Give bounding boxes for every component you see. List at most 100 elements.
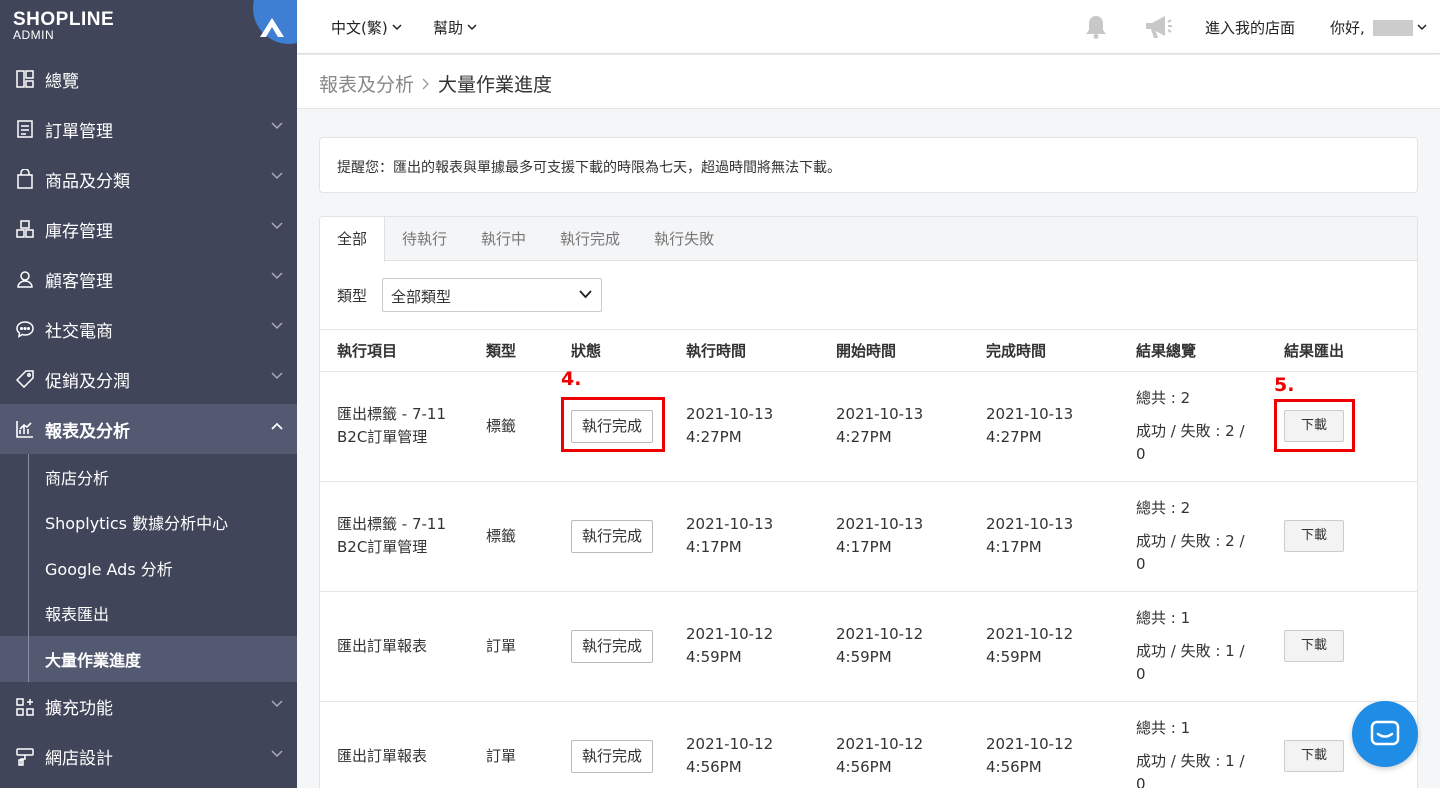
- chat-bubble-icon: [15, 319, 35, 339]
- download-button[interactable]: 下載: [1284, 630, 1344, 662]
- end-date: 2021-10-12: [986, 625, 1074, 643]
- sidebar-item-label: 報表及分析: [45, 421, 130, 442]
- sidebar-item-label: 訂單管理: [45, 121, 113, 142]
- user-menu[interactable]: 你好,: [1330, 17, 1427, 38]
- chevron-down-icon: [271, 272, 283, 280]
- download-highlight: 5. 下載: [1274, 374, 1355, 452]
- result-total: 總共 : 2: [1136, 498, 1191, 517]
- username-redacted: [1372, 19, 1413, 36]
- sidebar-subitem-bulk-progress[interactable]: 大量作業進度: [0, 636, 297, 682]
- result-success-fail: 成功 / 失敗 : 2 /: [1136, 421, 1245, 440]
- order-icon: [15, 119, 35, 139]
- table-row: 匯出標籤 - 7-11 B2C訂單管理 標籤 執行完成 2021-10-13 4:1…: [320, 481, 1417, 592]
- sidebar-item-label: 顧客管理: [45, 271, 113, 292]
- sidebar-item-overview[interactable]: 總覽: [0, 54, 297, 104]
- sidebar-item-reports[interactable]: 報表及分析: [0, 404, 297, 454]
- sidebar-subitem-google-ads[interactable]: Google Ads 分析: [0, 545, 297, 591]
- visit-store-link[interactable]: 進入我的店面: [1205, 17, 1295, 38]
- sidebar-item-label: 庫存管理: [45, 221, 113, 242]
- logo-area[interactable]: SHOPLINE ADMIN: [0, 0, 297, 54]
- chat-icon: [1370, 720, 1400, 746]
- tab-pending[interactable]: 待執行: [385, 217, 464, 261]
- result-fail-count: 0: [1136, 774, 1146, 788]
- end-date: 2021-10-12: [986, 735, 1074, 753]
- breadcrumb-bar: 報表及分析 大量作業進度: [297, 55, 1440, 109]
- megaphone-icon[interactable]: [1143, 14, 1173, 40]
- step-4-marker: 4.: [561, 367, 582, 390]
- start-date: 2021-10-13: [836, 405, 924, 423]
- breadcrumb-parent[interactable]: 報表及分析: [319, 70, 414, 97]
- result-fail-count: 0: [1136, 444, 1146, 463]
- start-time: 4:59PM: [836, 648, 892, 666]
- start-date: 2021-10-12: [836, 735, 924, 753]
- brand-logo-sub: ADMIN: [13, 28, 55, 42]
- chevron-down-icon: [271, 322, 283, 330]
- result-total: 總共 : 2: [1136, 388, 1191, 407]
- sidebar-item-promotions[interactable]: 促銷及分潤: [0, 354, 297, 404]
- language-dropdown[interactable]: 中文(繁): [331, 17, 402, 38]
- sidebar-item-label: 網店設計: [45, 749, 113, 769]
- end-time: 4:59PM: [986, 648, 1042, 666]
- sidebar-item-products[interactable]: 商品及分類: [0, 154, 297, 204]
- result-fail-count: 0: [1136, 664, 1146, 683]
- exec-date: 2021-10-12: [686, 735, 774, 753]
- exec-date: 2021-10-12: [686, 625, 774, 643]
- sidebar-subitem-store-analytics[interactable]: 商店分析: [0, 454, 297, 500]
- apps-icon: [15, 697, 35, 717]
- chevron-down-icon: [1417, 24, 1427, 31]
- chevron-right-icon: [422, 78, 429, 89]
- chevron-down-icon: [579, 290, 592, 299]
- tab-running[interactable]: 執行中: [464, 217, 543, 261]
- download-button[interactable]: 下載: [1284, 520, 1344, 552]
- tab-completed[interactable]: 執行完成: [543, 217, 637, 261]
- chat-launcher-button[interactable]: [1352, 701, 1418, 767]
- sidebar-item-orders[interactable]: 訂單管理: [0, 104, 297, 154]
- job-type: 標籤: [469, 371, 554, 482]
- chevron-down-icon: [271, 222, 283, 230]
- header-start-time: 開始時間: [819, 330, 969, 372]
- status-tabs: 全部 待執行 執行中 執行完成 執行失敗: [320, 217, 1417, 262]
- status-button[interactable]: 執行完成: [571, 519, 654, 553]
- page-title: 大量作業進度: [438, 74, 553, 96]
- table-row: 匯出訂單報表 訂單 執行完成 2021-10-12 4:56PM 2021-10-…: [320, 701, 1417, 788]
- type-filter-label: 類型: [337, 287, 368, 305]
- start-time: 4:56PM: [836, 758, 892, 776]
- header-summary: 結果總覽: [1119, 330, 1267, 372]
- exec-time: 4:27PM: [686, 428, 742, 446]
- tab-failed[interactable]: 執行失敗: [637, 217, 731, 261]
- highlight-box: [561, 396, 665, 452]
- header-exec-time: 執行時間: [669, 330, 819, 372]
- sidebar: SHOPLINE ADMIN 總覽 訂單管理 商品及分類 庫存管理 顧客管理 社…: [0, 0, 297, 788]
- sidebar-item-store-design[interactable]: 網店設計: [0, 732, 297, 782]
- sidebar-item-social-commerce[interactable]: 社交電商: [0, 304, 297, 354]
- result-success-fail: 成功 / 失敗 : 2 /: [1136, 531, 1245, 550]
- status-button[interactable]: 執行完成: [571, 739, 654, 773]
- help-label: 幫助: [433, 19, 464, 37]
- bell-icon[interactable]: [1083, 14, 1109, 40]
- sidebar-item-inventory[interactable]: 庫存管理: [0, 204, 297, 254]
- item-name: 匯出標籤 - 7-11: [337, 515, 446, 533]
- end-time: 4:56PM: [986, 758, 1042, 776]
- end-date: 2021-10-13: [986, 515, 1074, 533]
- job-type: 標籤: [469, 481, 554, 592]
- sidebar-subitem-report-export[interactable]: 報表匯出: [0, 591, 297, 637]
- status-button[interactable]: 執行完成: [571, 629, 654, 663]
- result-total: 總共 : 1: [1136, 718, 1191, 737]
- sidebar-item-label: 擴充功能: [45, 699, 113, 719]
- help-dropdown[interactable]: 幫助: [433, 17, 477, 38]
- bag-icon: [15, 169, 35, 189]
- type-select[interactable]: 全部類型: [382, 278, 602, 312]
- sidebar-subitem-shoplytics[interactable]: Shoplytics 數據分析中心: [0, 500, 297, 546]
- result-total: 總共 : 1: [1136, 608, 1191, 627]
- exec-date: 2021-10-13: [686, 405, 774, 423]
- result-fail-count: 0: [1136, 554, 1146, 573]
- download-limit-notice: 提醒您：匯出的報表與單據最多可支援下載的時限為七天，超過時間將無法下載。: [319, 137, 1418, 193]
- sidebar-item-customers[interactable]: 顧客管理: [0, 254, 297, 304]
- tab-all[interactable]: 全部: [320, 217, 386, 262]
- chevron-down-icon: [271, 122, 283, 130]
- filter-row: 類型 全部類型: [320, 261, 1417, 330]
- language-label: 中文(繁): [331, 19, 388, 37]
- sidebar-item-apps[interactable]: 擴充功能: [0, 682, 297, 732]
- download-button[interactable]: 下載: [1284, 740, 1344, 772]
- table-row: 匯出標籤 - 7-11 B2C訂單管理 標籤 4. 執行完成 2021-10-13…: [320, 367, 1417, 482]
